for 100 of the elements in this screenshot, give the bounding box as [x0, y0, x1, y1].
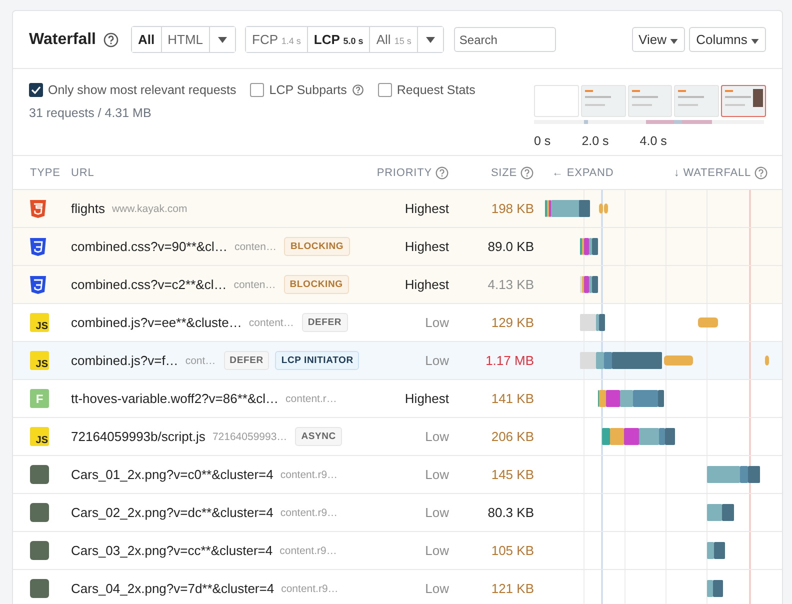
priority-text: Low — [424, 467, 449, 482]
request-url[interactable]: Cars_03_2x.png?v=cc**&cluster=4 — [71, 543, 273, 558]
request-host: www.kayak.com — [112, 202, 188, 214]
request-host: cont… — [185, 354, 216, 366]
request-row[interactable]: combined.css?v=90**&cl… conten… BLOCKING Highest 89.0 KB — [13, 228, 782, 266]
size-text: 145 KB — [490, 467, 534, 482]
priority-text: Low — [424, 581, 449, 596]
request-row[interactable]: Cars_02_2x.png?v=dc**&cluster=4 content.r9… Low 80.3 KB — [13, 494, 782, 532]
column-header[interactable]: SIZE — [449, 166, 534, 180]
dropdown-button[interactable]: Columns — [689, 27, 766, 52]
request-url[interactable]: tt-hoves-variable.woff2?v=86**&cl… — [71, 391, 279, 406]
photo-placeholder — [30, 465, 49, 484]
request-row[interactable]: Cars_03_2x.png?v=cc**&cluster=4 content.r9… Low 105 KB — [13, 532, 782, 570]
request-host: content.r9… — [281, 582, 338, 594]
option-checkbox[interactable]: Only show most relevant requests — [29, 83, 236, 97]
time-filter-tab[interactable]: FCP 1.4 s — [246, 27, 308, 52]
request-url[interactable]: 72164059993b/script.js — [71, 429, 206, 444]
request-host: content.r… — [286, 392, 337, 404]
request-tag: DEFER — [224, 351, 270, 370]
size-text: 4.13 KB — [486, 277, 534, 292]
size-text: 80.3 KB — [486, 505, 534, 520]
caret-icon — [218, 36, 227, 42]
priority-text: Highest — [404, 201, 449, 216]
request-host: content.r9… — [280, 506, 338, 518]
request-timeline-drawing — [707, 466, 760, 483]
request-tag: LCP INITIATOR — [275, 351, 360, 370]
filmstrip-frame[interactable] — [721, 85, 766, 117]
css-file-icon — [30, 276, 46, 294]
request-row[interactable]: Cars_01_2x.png?v=c0**&cluster=4 content.r9… Low 145 KB — [13, 456, 782, 494]
option-checkbox[interactable]: Request Stats — [378, 83, 476, 97]
priority-text: Low — [424, 505, 449, 520]
html-file-icon — [30, 200, 46, 218]
photo-placeholder — [30, 579, 49, 598]
photo-placeholder — [30, 541, 49, 560]
size-text: 1.17 MB — [484, 353, 534, 368]
request-row[interactable]: combined.css?v=c2**&cl… conten… BLOCKING Highest 4.13 KB — [13, 266, 782, 304]
request-summary: 31 requests / 4.31 MB — [29, 106, 152, 120]
column-header[interactable]: ↓ WATERFALL — [674, 166, 768, 180]
time-tick-label: 4.0 s — [640, 134, 667, 148]
request-url[interactable]: combined.css?v=c2**&cl… — [71, 277, 227, 292]
time-tick-label: 0 s — [534, 134, 551, 148]
request-timeline-drawing — [545, 200, 608, 217]
priority-text: Low — [424, 429, 449, 444]
request-url[interactable]: Cars_01_2x.png?v=c0**&cluster=4 — [71, 467, 274, 482]
request-timeline-drawing — [707, 504, 734, 521]
priority-text: Low — [424, 353, 449, 368]
size-text: 89.0 KB — [486, 239, 534, 254]
request-url[interactable]: combined.css?v=90**&cl… — [71, 239, 228, 254]
request-row[interactable]: F tt-hoves-variable.woff2?v=86**&cl… content.r… Highest 141 KB — [13, 380, 782, 418]
request-url[interactable]: combined.js?v=f… — [71, 353, 178, 368]
size-text: 206 KB — [490, 429, 534, 444]
check-icon — [31, 86, 41, 94]
caret-icon — [670, 39, 678, 44]
expand-link[interactable]: ← EXPAND — [552, 166, 614, 180]
photo-placeholder — [30, 503, 49, 522]
priority-text: Low — [424, 315, 449, 330]
request-url[interactable]: Cars_02_2x.png?v=dc**&cluster=4 — [71, 505, 274, 520]
size-text: 129 KB — [490, 315, 534, 330]
request-timeline-drawing — [707, 580, 723, 597]
request-host: content.r9… — [280, 544, 337, 556]
size-text: 105 KB — [490, 543, 534, 558]
help-icon[interactable] — [102, 32, 119, 48]
request-row[interactable]: Cars_04_2x.png?v=7d**&cluster=4 content.r9… Low 121 KB — [13, 570, 782, 604]
request-timeline-drawing — [598, 390, 664, 407]
priority-text: Highest — [404, 277, 449, 292]
request-url[interactable]: combined.js?v=ee**&cluste… — [71, 315, 242, 330]
request-timeline-drawing — [580, 276, 598, 293]
request-host: 72164059993… — [212, 430, 288, 442]
request-tag: ASYNC — [295, 427, 342, 446]
help-icon[interactable] — [435, 166, 449, 180]
dropdown-button[interactable]: View — [632, 27, 686, 52]
priority-text: Low — [424, 543, 449, 558]
priority-text: Highest — [404, 239, 449, 254]
request-row[interactable]: flights www.kayak.com Highest 198 KB — [13, 190, 782, 228]
request-host: content.r9… — [280, 468, 338, 480]
column-header: TYPE — [29, 166, 62, 178]
request-timeline-drawing — [707, 542, 725, 559]
size-text: 141 KB — [490, 391, 534, 406]
request-url[interactable]: flights — [71, 201, 105, 216]
priority-text: Highest — [404, 391, 449, 406]
request-host: conten… — [234, 240, 276, 252]
request-tag: DEFER — [302, 313, 348, 332]
caret-icon — [426, 36, 436, 42]
request-row[interactable]: JS 72164059993b/script.js 72164059993… ASYNC Low 206 KB — [13, 418, 782, 456]
search-field[interactable]: Search — [454, 27, 556, 52]
javascript-file-icon: JS — [30, 313, 49, 332]
request-row[interactable]: JS combined.js?v=f… cont… DEFER LCP INITIATOR Low 1.17 MB — [13, 342, 782, 380]
caret-icon — [751, 39, 759, 44]
help-icon[interactable] — [754, 166, 768, 180]
request-host: conten… — [234, 278, 276, 290]
column-header: URL — [71, 166, 96, 178]
request-timeline-drawing — [580, 238, 598, 255]
help-icon[interactable] — [352, 84, 364, 96]
help-icon[interactable] — [520, 166, 534, 180]
size-text: 198 KB — [490, 201, 534, 216]
request-url[interactable]: Cars_04_2x.png?v=7d**&cluster=4 — [71, 581, 274, 596]
css-file-icon — [30, 238, 46, 256]
column-header[interactable]: PRIORITY — [371, 166, 449, 180]
type-filter-tab[interactable]: All — [132, 27, 162, 52]
option-checkbox[interactable]: LCP Subparts — [250, 83, 364, 97]
